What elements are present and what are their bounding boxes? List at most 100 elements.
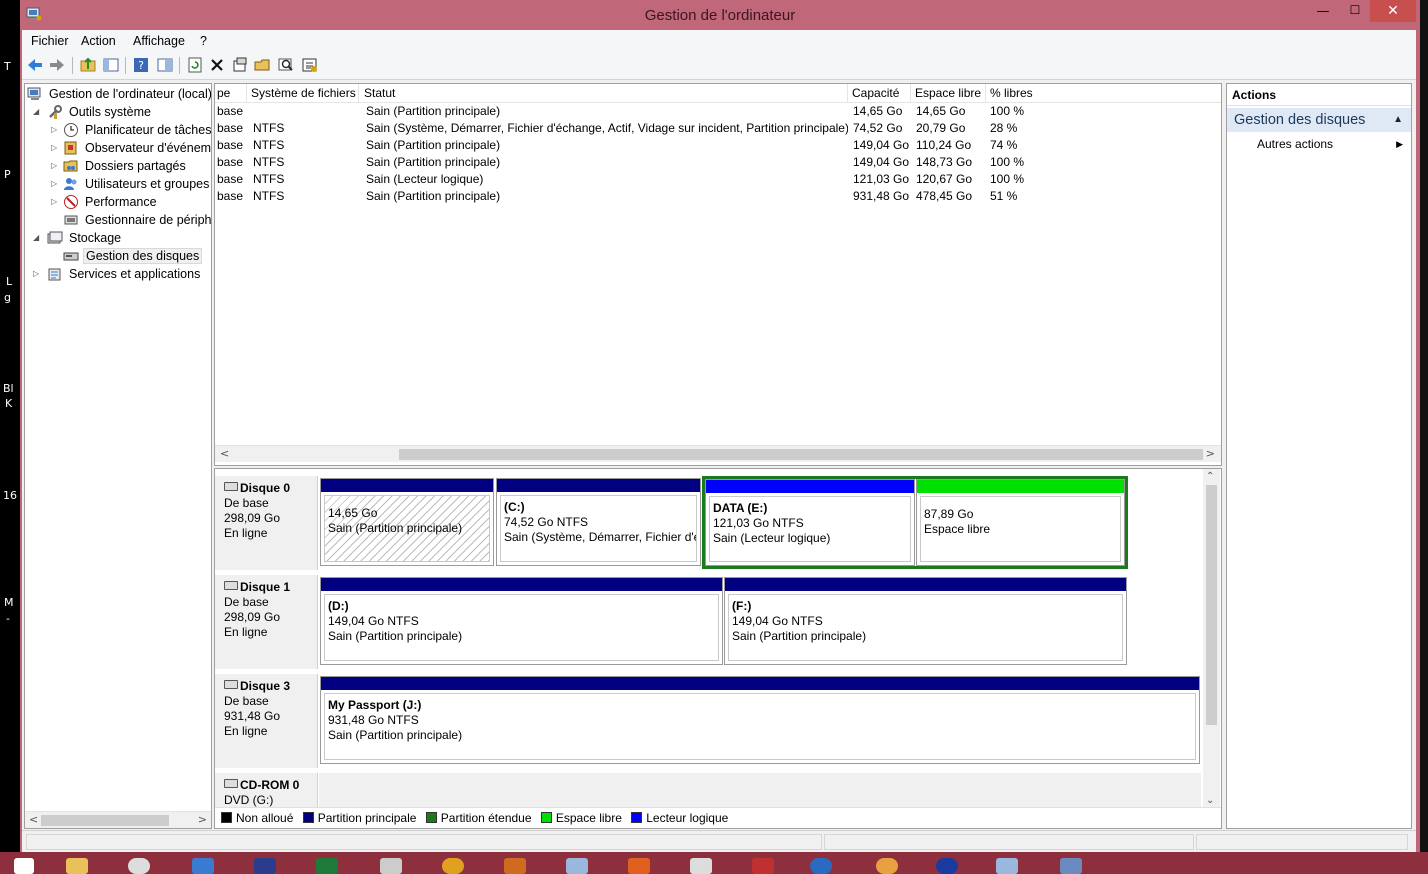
column-header-percent[interactable]: % libres bbox=[986, 84, 1221, 103]
collapsed-arrow-icon[interactable]: ▷ bbox=[51, 193, 57, 211]
column-header-capacity[interactable]: Capacité bbox=[848, 84, 911, 103]
partition-d[interactable]: (D:) 149,04 Go NTFS Sain (Partition prin… bbox=[320, 577, 723, 665]
tree-item-observateur[interactable]: ▷ Observateur d'événeme bbox=[51, 139, 211, 157]
collapse-arrow-icon[interactable]: ▲ bbox=[1393, 108, 1403, 132]
column-header-status[interactable]: Statut bbox=[360, 84, 848, 103]
minimize-button[interactable]: — bbox=[1310, 4, 1336, 26]
back-icon[interactable] bbox=[26, 56, 44, 74]
map-vertical-scrollbar[interactable]: ⌃ ⌄ bbox=[1203, 469, 1220, 808]
partition-c[interactable]: (C:) 74,52 Go NTFS Sain (Système, Démarr… bbox=[496, 478, 701, 566]
scroll-up-icon[interactable]: ⌃ bbox=[1206, 471, 1214, 482]
partition-e[interactable]: DATA (E:) 121,03 Go NTFS Sain (Lecteur l… bbox=[705, 479, 915, 566]
menu-affichage[interactable]: Affichage bbox=[133, 34, 185, 48]
disk-0-label[interactable]: Disque 0 De base 298,09 Go En ligne bbox=[215, 476, 318, 570]
cdrom-label[interactable]: CD-ROM 0 DVD (G:) bbox=[215, 773, 318, 807]
scroll-right-icon[interactable]: > bbox=[198, 813, 207, 826]
table-row[interactable]: base NTFS Sain (Partition principale) 14… bbox=[215, 154, 1221, 171]
actions-group-disk-management[interactable]: Gestion des disques ▲ bbox=[1227, 108, 1411, 132]
partition-recovery[interactable]: 14,65 Go Sain (Partition principale) bbox=[320, 478, 494, 566]
scroll-down-icon[interactable]: ⌄ bbox=[1206, 795, 1214, 806]
column-header-free[interactable]: Espace libre bbox=[911, 84, 986, 103]
app-icon[interactable] bbox=[752, 858, 774, 874]
export-icon[interactable] bbox=[301, 56, 319, 74]
refresh-icon[interactable] bbox=[186, 56, 204, 74]
scroll-thumb[interactable] bbox=[399, 449, 1203, 460]
app-icon[interactable] bbox=[442, 858, 464, 874]
tree-item-outils-systeme[interactable]: ◢ Outils système bbox=[33, 103, 153, 121]
collapsed-arrow-icon[interactable]: ▷ bbox=[51, 139, 57, 157]
tree-item-dossiers-partages[interactable]: ▷ Dossiers partagés bbox=[51, 157, 188, 175]
excel-icon[interactable] bbox=[316, 858, 338, 874]
table-row[interactable]: base NTFS Sain (Système, Démarrer, Fichi… bbox=[215, 120, 1221, 137]
search-icon[interactable] bbox=[277, 56, 295, 74]
tree-horizontal-scrollbar[interactable]: < > bbox=[25, 811, 211, 828]
menu-help[interactable]: ? bbox=[200, 34, 207, 48]
scroll-thumb[interactable] bbox=[1206, 485, 1217, 725]
app-icon[interactable] bbox=[192, 858, 214, 874]
title-bar[interactable]: Gestion de l'ordinateur — ☐ ✕ bbox=[20, 0, 1420, 30]
tree-item-root[interactable]: Gestion de l'ordinateur (local) bbox=[27, 85, 211, 103]
properties-icon[interactable] bbox=[231, 56, 249, 74]
legend-item: Non alloué bbox=[221, 808, 293, 828]
table-row[interactable]: base NTFS Sain (Partition principale) 93… bbox=[215, 188, 1221, 205]
app-icon[interactable] bbox=[936, 858, 958, 874]
firefox-icon[interactable] bbox=[810, 858, 832, 874]
tree-item-planificateur[interactable]: ▷ Planificateur de tâches bbox=[51, 121, 211, 139]
tree-item-performance[interactable]: ▷ Performance bbox=[51, 193, 159, 211]
start-button-icon[interactable] bbox=[14, 858, 34, 874]
tree-item-services-applications[interactable]: ▷ Services et applications bbox=[33, 265, 202, 283]
explorer-icon[interactable] bbox=[66, 858, 88, 874]
partition-f[interactable]: (F:) 149,04 Go NTFS Sain (Partition prin… bbox=[724, 577, 1127, 665]
collapsed-arrow-icon[interactable]: ▷ bbox=[51, 121, 57, 139]
app-icon[interactable] bbox=[996, 858, 1018, 874]
forward-icon[interactable] bbox=[48, 56, 66, 74]
scroll-thumb[interactable] bbox=[41, 815, 169, 826]
app-icon[interactable] bbox=[628, 858, 650, 874]
cell-fs: NTFS bbox=[253, 138, 285, 152]
table-row[interactable]: base NTFS Sain (Lecteur logique) 121,03 … bbox=[215, 171, 1221, 188]
open-icon[interactable] bbox=[254, 56, 272, 74]
app-icon[interactable] bbox=[876, 858, 898, 874]
close-button[interactable]: ✕ bbox=[1370, 0, 1416, 22]
column-header-fs[interactable]: Système de fichiers bbox=[247, 84, 359, 103]
cell-free: 14,65 Go bbox=[916, 104, 966, 118]
action-other-actions[interactable]: Autres actions ▶ bbox=[1257, 135, 1403, 153]
collapsed-arrow-icon[interactable]: ▷ bbox=[33, 265, 39, 283]
tree-item-gestionnaire-peripheriques[interactable]: Gestionnaire de périphé bbox=[51, 211, 211, 229]
app-icon[interactable] bbox=[504, 858, 526, 874]
app-icon[interactable] bbox=[566, 858, 588, 874]
collapsed-arrow-icon[interactable]: ▷ bbox=[51, 175, 57, 193]
scroll-left-icon[interactable]: < bbox=[29, 813, 38, 826]
disk-3-label[interactable]: Disque 3 De base 931,48 Go En ligne bbox=[215, 674, 318, 768]
scroll-left-icon[interactable]: < bbox=[220, 447, 229, 460]
view-icon[interactable] bbox=[156, 56, 174, 74]
menu-fichier[interactable]: Fichier bbox=[31, 34, 69, 48]
volume-horizontal-scrollbar[interactable]: < > bbox=[215, 445, 1221, 462]
tree-item-stockage[interactable]: ◢ Stockage bbox=[33, 229, 123, 247]
partition-j[interactable]: My Passport (J:) 931,48 Go NTFS Sain (Pa… bbox=[320, 676, 1200, 764]
column-header-type[interactable]: pe bbox=[215, 84, 247, 103]
partition-free-space[interactable]: 87,89 Go Espace libre bbox=[916, 479, 1125, 566]
delete-icon[interactable] bbox=[208, 56, 226, 74]
desktop-fragment: - bbox=[6, 612, 10, 625]
disk-1-label[interactable]: Disque 1 De base 298,09 Go En ligne bbox=[215, 575, 318, 669]
app-icon[interactable] bbox=[254, 858, 276, 874]
tree-item-utilisateurs[interactable]: ▷ Utilisateurs et groupes l bbox=[51, 175, 211, 193]
menu-action[interactable]: Action bbox=[81, 34, 116, 48]
maximize-button[interactable]: ☐ bbox=[1342, 3, 1368, 25]
help-icon[interactable]: ? bbox=[132, 56, 150, 74]
scroll-right-icon[interactable]: > bbox=[1206, 447, 1215, 460]
tree-item-gestion-disques[interactable]: Gestion des disques bbox=[51, 247, 203, 265]
cdrom-area[interactable] bbox=[319, 773, 1201, 807]
collapsed-arrow-icon[interactable]: ▷ bbox=[51, 157, 57, 175]
app-icon[interactable] bbox=[128, 858, 150, 874]
expanded-arrow-icon[interactable]: ◢ bbox=[33, 229, 39, 247]
table-row[interactable]: base Sain (Partition principale) 14,65 G… bbox=[215, 103, 1221, 120]
up-folder-icon[interactable] bbox=[79, 56, 97, 74]
expanded-arrow-icon[interactable]: ◢ bbox=[33, 103, 39, 121]
app-icon[interactable] bbox=[380, 858, 402, 874]
console-tree-icon[interactable] bbox=[102, 56, 120, 74]
app-icon[interactable] bbox=[690, 858, 712, 874]
computer-management-task-icon[interactable] bbox=[1060, 858, 1082, 874]
table-row[interactable]: base NTFS Sain (Partition principale) 14… bbox=[215, 137, 1221, 154]
